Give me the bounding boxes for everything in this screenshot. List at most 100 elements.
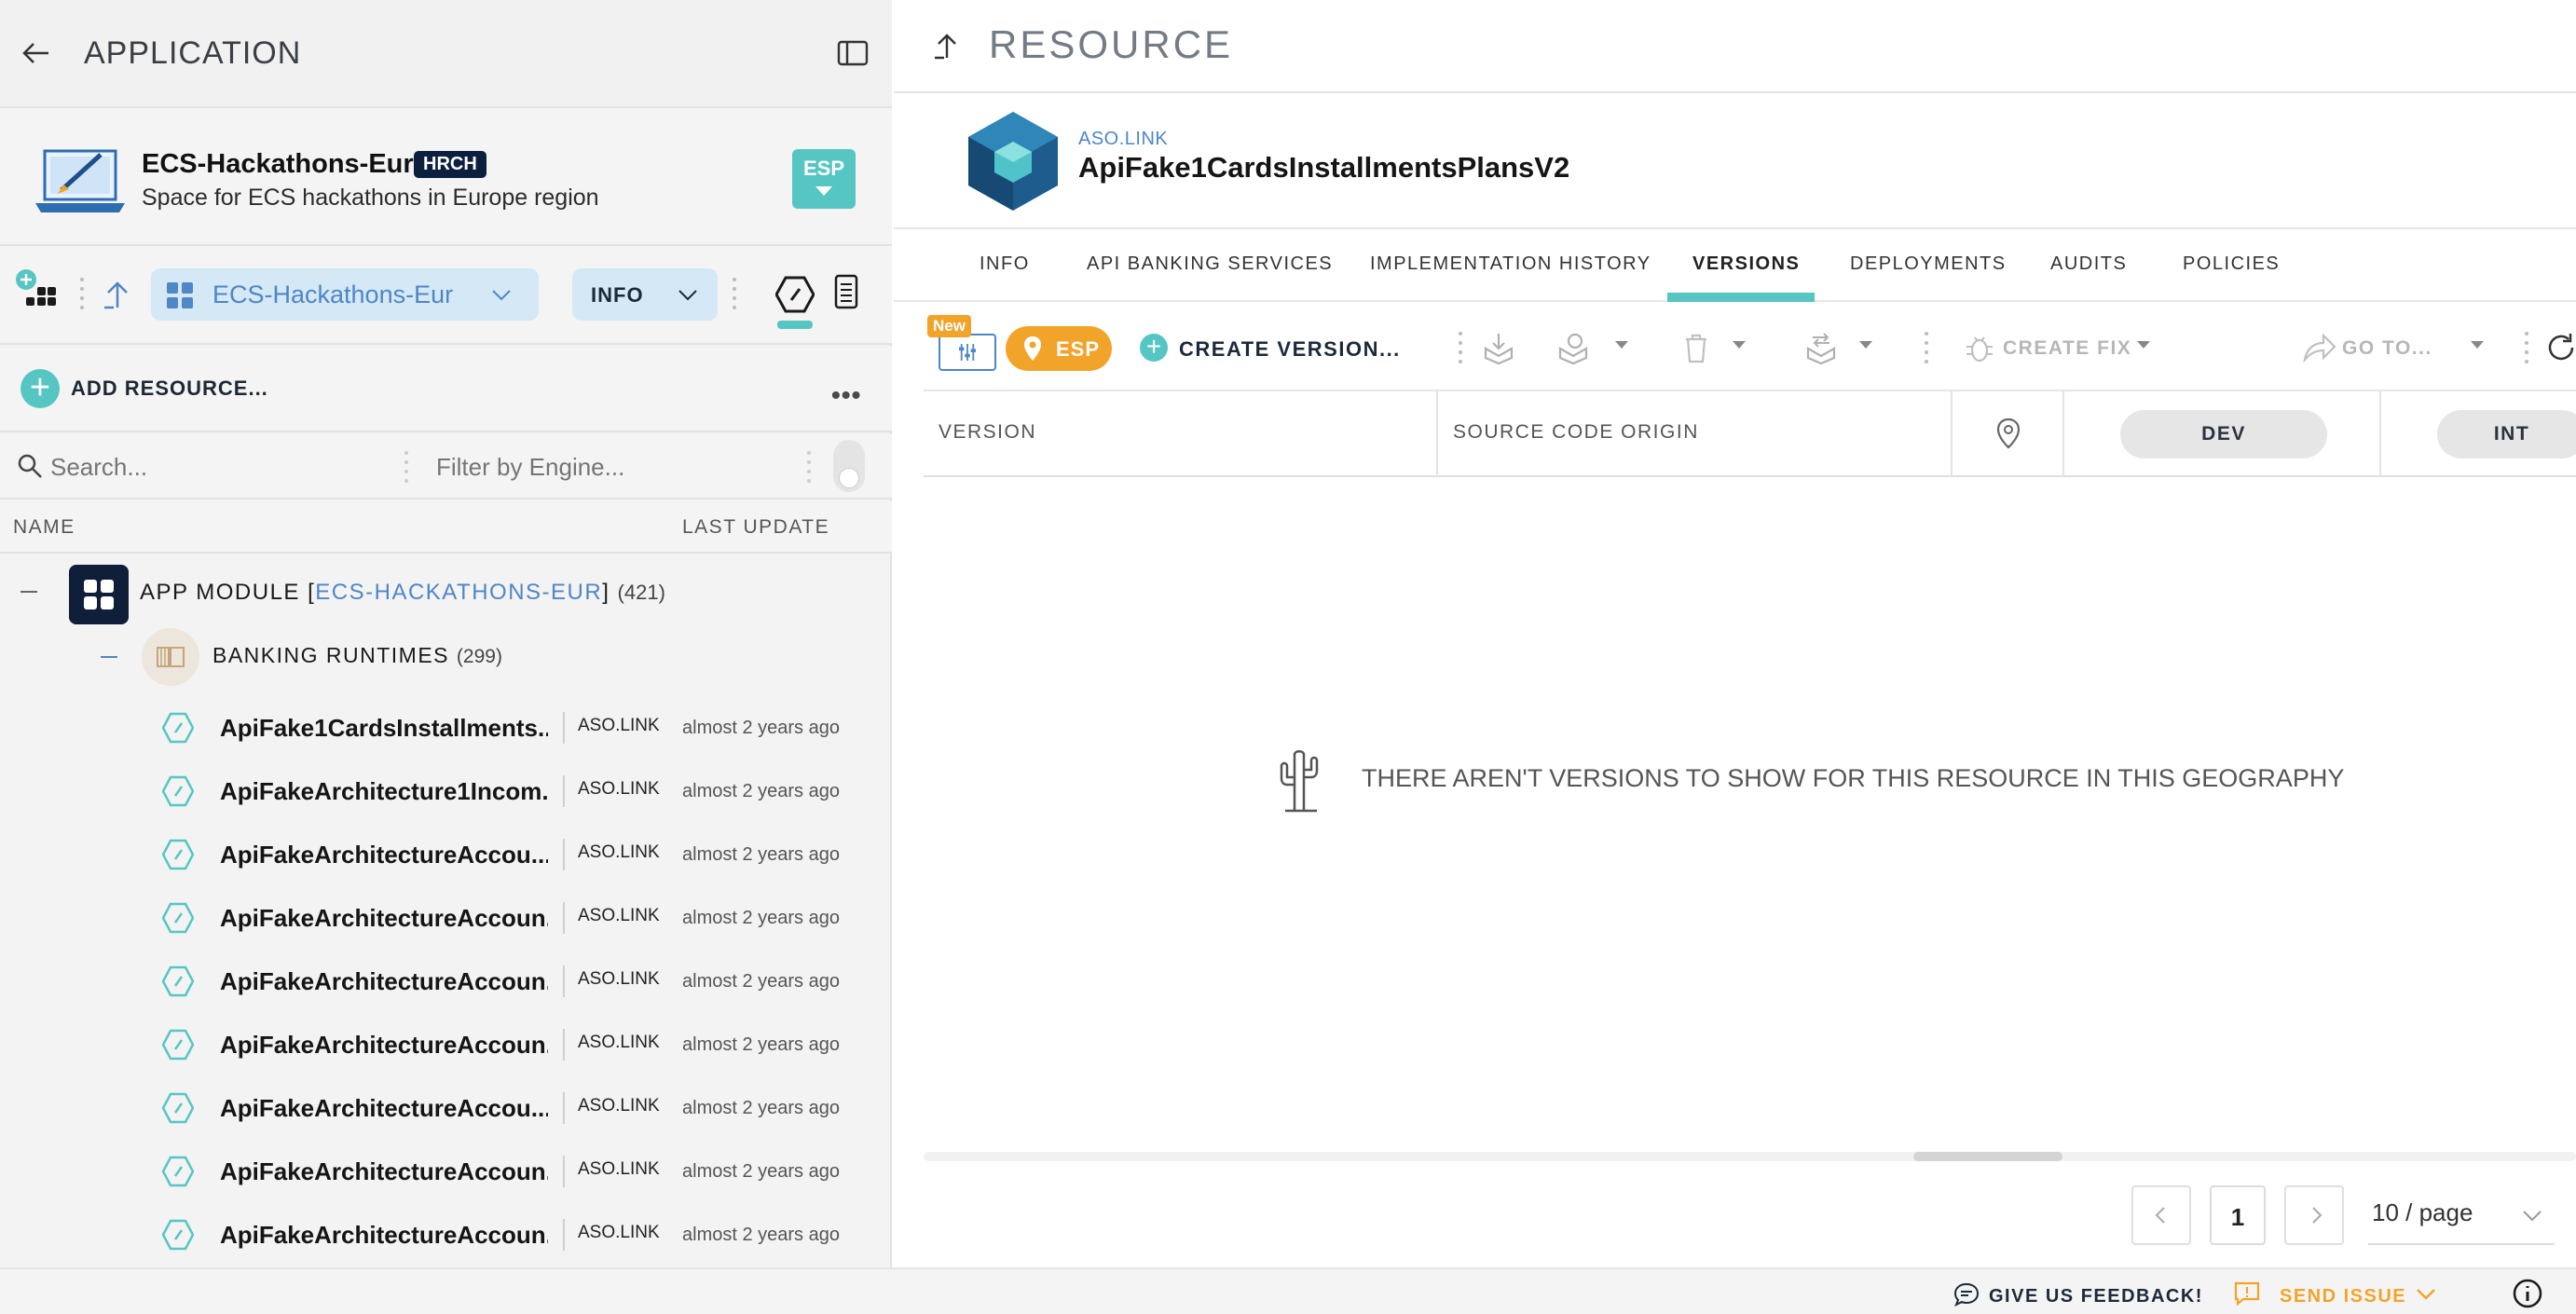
caret-down-icon[interactable] <box>1615 341 1628 349</box>
give-feedback-button[interactable]: GIVE US FEEDBACK! <box>1989 1286 2203 1307</box>
env-pill-int[interactable]: INT <box>2437 410 2576 459</box>
geography-filter-button[interactable]: ESP <box>1006 326 1112 371</box>
tree-item-name: ApiFakeArchitectureAccoun... <box>220 904 548 932</box>
create-version-button[interactable]: CREATE VERSION... <box>1179 337 1401 362</box>
tab-implementation-history[interactable]: IMPLEMENTATION HISTORY <box>1370 253 1651 275</box>
engine-filter-input[interactable] <box>436 451 790 483</box>
deploy-box-icon[interactable] <box>1555 330 1591 365</box>
location-column <box>1953 391 2064 477</box>
add-resource-icon[interactable]: + <box>21 369 60 408</box>
toggle-knob <box>839 468 859 488</box>
chevron-down-icon[interactable] <box>2414 1282 2438 1305</box>
app-module-node[interactable]: APP MODULE [ECS-HACKATHONS-EUR] (421) <box>0 555 892 630</box>
filter-toggle[interactable] <box>833 440 865 492</box>
source-code-origin-column-header[interactable]: SOURCE CODE ORIGIN <box>1453 421 1699 444</box>
footer-bar: GIVE US FEEDBACK! SEND ISSUE <box>0 1267 2576 1314</box>
tree-item-time: almost 2 years ago <box>682 971 840 992</box>
device-icon[interactable] <box>834 274 858 309</box>
trash-icon[interactable] <box>1679 330 1714 365</box>
resource-tree: APP MODULE [ECS-HACKATHONS-EUR] (421) BA… <box>0 555 892 1267</box>
caret-down-icon[interactable] <box>2137 341 2150 349</box>
runtime-hexagon-icon[interactable] <box>775 276 815 313</box>
tab-versions[interactable]: VERSIONS <box>1692 253 1800 275</box>
send-issue-button[interactable]: SEND ISSUE <box>2280 1286 2406 1307</box>
transfer-box-icon[interactable] <box>1803 330 1839 365</box>
tree-item-name: ApiFakeArchitectureAccou... <box>220 841 548 869</box>
page-size-select[interactable]: 10 / page <box>2368 1185 2555 1245</box>
separator-icon <box>2525 332 2528 363</box>
banking-runtimes-title: BANKING RUNTIMES <box>212 643 450 667</box>
app-module-link[interactable]: ECS-HACKATHONS-EUR <box>315 580 602 605</box>
source-code-origin-column: SOURCE CODE ORIGIN <box>1438 391 1953 477</box>
location-pin-icon <box>1024 336 1041 361</box>
tree-item-time: almost 2 years ago <box>682 1225 840 1245</box>
prev-page-button[interactable] <box>2131 1185 2191 1245</box>
version-column-header[interactable]: VERSION <box>939 421 1036 444</box>
tab-deployments[interactable]: DEPLOYMENTS <box>1850 253 2007 275</box>
separator-icon <box>1459 332 1462 363</box>
app-module-icon <box>69 565 129 624</box>
tree-item[interactable]: ApiFakeArchitecture1Incom... ASO.LINK al… <box>0 759 892 822</box>
banking-runtimes-node[interactable]: BANKING RUNTIMES (299) <box>0 628 892 695</box>
tree-item[interactable]: ApiFakeArchitectureAccoun... ASO.LINK al… <box>0 949 892 1012</box>
app-module-suffix: ] <box>602 580 610 605</box>
last-update-column-header[interactable]: LAST UPDATE <box>682 516 829 539</box>
laptop-icon <box>35 149 125 212</box>
application-name: ECS-Hackathons-Eur <box>142 149 414 179</box>
tree-item-name: ApiFakeArchitectureAccou... <box>220 1094 548 1122</box>
runtime-hexagon-icon <box>162 775 194 807</box>
tree-item[interactable]: ApiFakeArchitectureAccoun... ASO.LINK al… <box>0 1012 892 1075</box>
chevron-down-icon <box>492 290 511 301</box>
create-fix-button[interactable]: CREATE FIX <box>2003 337 2131 360</box>
bug-icon[interactable] <box>1962 330 1997 365</box>
go-to-button[interactable]: GO TO... <box>2342 337 2432 360</box>
current-page[interactable]: 1 <box>2210 1185 2266 1245</box>
add-module-icon[interactable] <box>13 267 58 311</box>
level-up-icon[interactable] <box>103 280 132 309</box>
sidebar-toggle-icon[interactable] <box>837 39 869 67</box>
level-up-icon[interactable] <box>933 32 961 60</box>
caret-down-icon[interactable] <box>2471 341 2484 349</box>
env-pill-dev[interactable]: DEV <box>2120 410 2327 459</box>
more-options-button[interactable]: ••• <box>831 380 861 410</box>
tree-item[interactable]: ApiFakeArchitectureAccoun... ASO.LINK al… <box>0 1139 892 1202</box>
plus-circle-icon[interactable]: + <box>1140 334 1168 362</box>
add-resource-row: + ADD RESOURCE... ••• <box>0 347 892 432</box>
caret-down-icon[interactable] <box>1859 341 1872 349</box>
search-input[interactable] <box>50 451 395 483</box>
collapse-icon[interactable] <box>101 656 117 658</box>
tree-item[interactable]: ApiFakeArchitectureAccoun... ASO.LINK al… <box>0 1202 892 1266</box>
back-arrow-icon[interactable] <box>21 37 52 69</box>
tab-policies[interactable]: POLICIES <box>2183 253 2280 275</box>
refresh-icon[interactable] <box>2543 330 2576 365</box>
divider <box>563 902 565 934</box>
empty-state: THERE AREN'T VERSIONS TO SHOW FOR THIS R… <box>1276 746 2344 814</box>
tab-api-banking-services[interactable]: API BANKING SERVICES <box>1087 253 1333 275</box>
tree-item-tag: ASO.LINK <box>578 1096 660 1116</box>
collapse-icon[interactable] <box>21 591 37 593</box>
tree-item[interactable]: ApiFakeArchitectureAccoun... ASO.LINK al… <box>0 885 892 949</box>
tab-audits[interactable]: AUDITS <box>2050 253 2127 275</box>
name-column-header[interactable]: NAME <box>13 516 75 539</box>
application-select[interactable]: ECS-Hackathons-Eur <box>151 268 539 321</box>
caret-down-icon[interactable] <box>1733 341 1746 349</box>
add-resource-button[interactable]: ADD RESOURCE... <box>71 376 268 401</box>
share-arrow-icon[interactable] <box>2301 330 2336 365</box>
view-select[interactable]: INFO <box>572 268 718 321</box>
horizontal-scrollbar[interactable] <box>924 1152 2576 1161</box>
resource-parent-link[interactable]: ASO.LINK <box>1078 129 1168 150</box>
tab-info[interactable]: INFO <box>980 253 1030 275</box>
tree-item[interactable]: ApiFake1CardsInstallments... ASO.LINK al… <box>0 695 892 759</box>
chevron-down-icon <box>2523 1211 2542 1222</box>
info-icon[interactable] <box>2513 1279 2542 1308</box>
geography-badge[interactable]: ESP <box>792 149 856 209</box>
cube-icon <box>968 112 1058 211</box>
download-box-icon[interactable] <box>1481 330 1516 365</box>
banking-runtimes-count: (299) <box>456 646 502 667</box>
next-page-button[interactable] <box>2284 1185 2344 1245</box>
tree-item-time: almost 2 years ago <box>682 908 840 928</box>
tree-item[interactable]: ApiFakeArchitectureAccou... ASO.LINK alm… <box>0 1075 892 1139</box>
tree-item[interactable]: ApiFakeArchitectureAccou... ASO.LINK alm… <box>0 822 892 885</box>
scrollbar-thumb[interactable] <box>1913 1152 2062 1161</box>
filter-settings-button[interactable] <box>939 334 996 371</box>
